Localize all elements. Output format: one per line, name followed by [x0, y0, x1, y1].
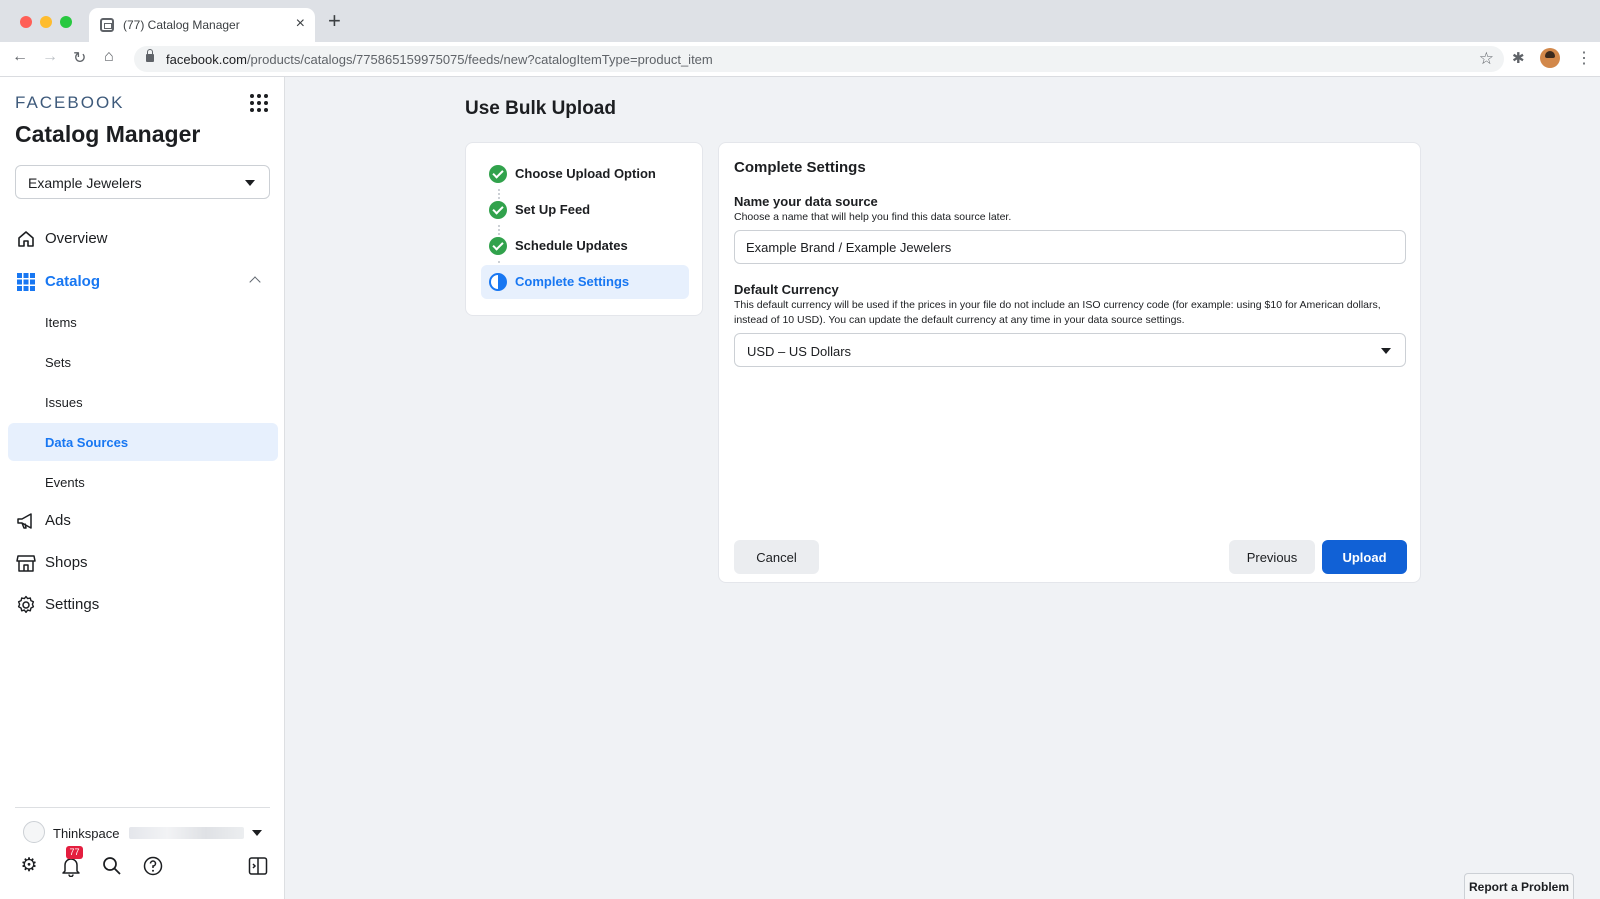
browser-menu-icon[interactable]: ⋮ [1576, 48, 1592, 68]
caret-down-icon [1381, 348, 1391, 354]
check-circle-icon [489, 237, 507, 255]
upload-steps-card: Choose Upload Option Set Up Feed Schedul… [465, 142, 703, 316]
new-tab-icon[interactable]: + [328, 10, 341, 32]
url-text: facebook.com/products/catalogs/775865159… [166, 52, 713, 67]
close-window-button[interactable] [20, 16, 32, 28]
sidebar-item-events[interactable]: Events [8, 463, 278, 501]
data-source-name-help: Choose a name that will help you find th… [734, 211, 1012, 223]
avatar [23, 821, 45, 843]
step-schedule-updates[interactable]: Schedule Updates [481, 229, 689, 263]
megaphone-icon [17, 513, 32, 529]
sidebar: FACEBOOK Catalog Manager Example Jeweler… [0, 77, 285, 899]
previous-button[interactable]: Previous [1229, 540, 1315, 574]
sidebar-item-label: Events [45, 475, 85, 490]
home-icon[interactable]: ⌂ [104, 48, 114, 66]
card-heading: Complete Settings [734, 159, 866, 176]
catalog-favicon-icon [100, 18, 114, 32]
business-selector[interactable]: Example Jewelers [15, 165, 270, 199]
minimize-window-button[interactable] [40, 16, 52, 28]
check-circle-icon [489, 201, 507, 219]
home-icon [18, 231, 34, 247]
sidebar-item-label: Overview [45, 230, 108, 247]
close-tab-icon[interactable]: × [296, 15, 305, 33]
complete-settings-card: Complete Settings Name your data source … [718, 142, 1421, 583]
step-set-up-feed[interactable]: Set Up Feed [481, 193, 689, 227]
sidebar-item-overview[interactable]: Overview [0, 221, 285, 257]
reload-icon[interactable]: ↻ [73, 48, 86, 68]
sidebar-item-sets[interactable]: Sets [8, 343, 278, 381]
lock-icon [146, 49, 154, 62]
caret-down-icon [245, 180, 255, 186]
help-icon[interactable] [142, 855, 164, 877]
default-currency-label: Default Currency [734, 282, 839, 297]
step-label: Complete Settings [515, 274, 630, 289]
forward-arrow-icon[interactable]: → [42, 48, 58, 66]
caret-down-icon [252, 830, 262, 836]
step-label: Set Up Feed [515, 202, 591, 217]
profile-avatar-icon[interactable] [1540, 48, 1560, 68]
sidebar-item-label: Settings [45, 596, 100, 613]
redacted-account-detail [129, 827, 244, 839]
upload-button[interactable]: Upload [1322, 540, 1407, 574]
address-bar[interactable]: facebook.com/products/catalogs/775865159… [134, 46, 1504, 72]
cancel-button[interactable]: Cancel [734, 540, 819, 574]
sidebar-item-label: Issues [45, 395, 83, 410]
sidebar-item-shops[interactable]: Shops [0, 545, 285, 581]
in-progress-half-circle-icon [489, 273, 507, 291]
chevron-up-icon[interactable] [249, 276, 261, 288]
default-currency-help: This default currency will be used if th… [734, 299, 1381, 326]
settings-gear-icon[interactable]: ⚙ [18, 855, 40, 877]
browser-tab-bar: (77) Catalog Manager × + [0, 0, 1600, 42]
gear-icon [17, 595, 35, 613]
sidebar-item-items[interactable]: Items [8, 303, 278, 341]
currency-select-value: USD – US Dollars [747, 344, 852, 359]
check-circle-icon [489, 165, 507, 183]
business-selector-label: Example Jewelers [28, 175, 142, 191]
app-title: Catalog Manager [15, 121, 201, 147]
sidebar-divider [15, 807, 270, 808]
collapse-sidebar-icon[interactable] [247, 855, 269, 877]
page-title: Use Bulk Upload [465, 98, 616, 119]
browser-tab[interactable]: (77) Catalog Manager × [89, 8, 315, 42]
browser-toolbar: ← → ↻ ⌂ facebook.com/products/catalogs/7… [0, 42, 1600, 77]
apps-grid-icon[interactable] [250, 94, 268, 112]
step-label: Schedule Updates [515, 238, 628, 253]
sidebar-item-label: Data Sources [45, 435, 129, 450]
search-icon[interactable] [101, 855, 123, 877]
extensions-puzzle-icon[interactable]: ✱ [1512, 49, 1525, 67]
notification-count-badge: 77 [66, 846, 83, 859]
step-choose-upload-option[interactable]: Choose Upload Option [481, 157, 689, 191]
step-label: Choose Upload Option [515, 166, 656, 181]
report-a-problem-button[interactable]: Report a Problem [1464, 873, 1574, 899]
sidebar-item-label: Catalog [45, 273, 101, 290]
account-switcher[interactable]: Thinkspace [15, 820, 270, 848]
default-currency-select[interactable]: USD – US Dollars [734, 333, 1406, 367]
facebook-logo[interactable]: FACEBOOK [15, 93, 125, 113]
data-source-name-label: Name your data source [734, 194, 878, 209]
storefront-icon [16, 555, 36, 572]
maximize-window-button[interactable] [60, 16, 72, 28]
tab-title: (77) Catalog Manager [123, 18, 240, 32]
sidebar-item-label: Sets [45, 355, 72, 370]
bookmark-star-icon[interactable]: ☆ [1479, 49, 1494, 69]
sidebar-item-data-sources[interactable]: Data Sources [8, 423, 278, 461]
step-complete-settings[interactable]: Complete Settings [481, 265, 689, 299]
sidebar-item-ads[interactable]: Ads [0, 503, 285, 539]
sidebar-item-catalog[interactable]: Catalog [0, 264, 285, 300]
sidebar-item-label: Items [45, 315, 77, 330]
data-source-name-input[interactable] [734, 230, 1406, 264]
sidebar-item-label: Shops [45, 554, 88, 571]
catalog-grid-icon [17, 273, 35, 291]
sidebar-item-label: Ads [45, 512, 71, 529]
sidebar-bottom-toolbar: ⚙ 77 [15, 846, 270, 885]
sidebar-item-issues[interactable]: Issues [8, 383, 278, 421]
back-arrow-icon[interactable]: ← [12, 48, 28, 66]
account-name: Thinkspace [53, 826, 120, 841]
sidebar-item-settings[interactable]: Settings [0, 587, 285, 623]
